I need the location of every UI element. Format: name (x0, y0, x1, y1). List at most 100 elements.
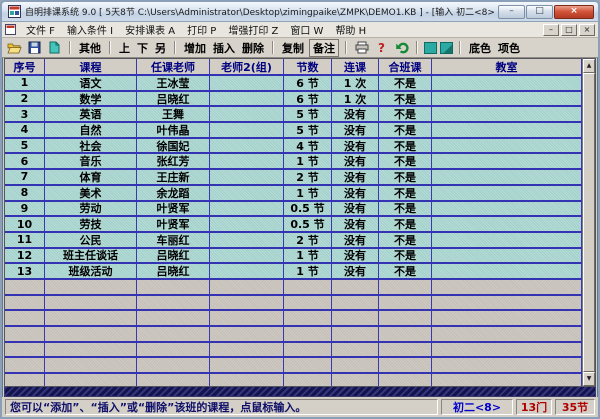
cell-consecutive[interactable]: 没有 (332, 186, 379, 200)
cell-teacher2[interactable] (210, 107, 284, 121)
cell-periods[interactable]: 6 节 (284, 76, 332, 90)
cell-consecutive[interactable]: 1 次 (332, 92, 379, 106)
table-row[interactable]: 6 音乐 张红芳 1 节 没有 不是 (5, 154, 582, 170)
cell-number[interactable]: 5 (5, 139, 45, 153)
cell-teacher2[interactable] (210, 123, 284, 137)
table-row[interactable]: 8 美术 余龙蹈 1 节 没有 不是 (5, 186, 582, 202)
cell-consecutive[interactable]: 没有 (332, 264, 379, 278)
cell-periods[interactable]: 5 节 (284, 107, 332, 121)
cell-teacher[interactable]: 叶贤军 (137, 202, 210, 216)
cell-room[interactable] (432, 202, 582, 216)
cell-consecutive[interactable]: 没有 (332, 170, 379, 184)
table-row[interactable]: 12 班主任谈话 吕晓红 1 节 没有 不是 (5, 249, 582, 265)
cell-number[interactable]: 9 (5, 202, 45, 216)
cell-number[interactable]: 4 (5, 123, 45, 137)
menu-item[interactable]: 打印 P (181, 22, 222, 37)
save-button[interactable] (26, 40, 43, 56)
cell-room[interactable] (432, 123, 582, 137)
cell-teacher[interactable]: 王舞 (137, 107, 210, 121)
cell-teacher2[interactable] (210, 186, 284, 200)
cell-combined[interactable]: 不是 (379, 249, 432, 263)
scroll-down-icon[interactable]: ▼ (583, 372, 595, 386)
move-up-button[interactable]: 上 (117, 40, 132, 56)
cell-periods[interactable]: 0.5 节 (284, 217, 332, 231)
cell-consecutive[interactable]: 没有 (332, 107, 379, 121)
move-down-button[interactable]: 下 (135, 40, 150, 56)
bg-color-button[interactable]: 底色 (467, 40, 493, 56)
empty-table-row[interactable] (5, 343, 582, 359)
add-row-button[interactable]: 增加 (182, 40, 208, 56)
cell-teacher[interactable]: 王冰莹 (137, 76, 210, 90)
maximize-button[interactable]: □ (526, 5, 553, 19)
cell-room[interactable] (432, 154, 582, 168)
item-color-swatch-icon[interactable] (440, 42, 453, 54)
cell-number[interactable]: 6 (5, 154, 45, 168)
cell-teacher[interactable]: 王庄新 (137, 170, 210, 184)
cell-course[interactable]: 劳动 (45, 202, 137, 216)
cell-teacher2[interactable] (210, 170, 284, 184)
cell-room[interactable] (432, 76, 582, 90)
cell-combined[interactable]: 不是 (379, 154, 432, 168)
cell-teacher[interactable]: 吕晓红 (137, 264, 210, 278)
mdi-close-button[interactable]: × (579, 24, 595, 36)
cell-teacher[interactable]: 车丽红 (137, 233, 210, 247)
cell-teacher2[interactable] (210, 264, 284, 278)
cell-number[interactable]: 12 (5, 249, 45, 263)
cell-number[interactable]: 2 (5, 92, 45, 106)
empty-table-row[interactable] (5, 296, 582, 312)
cell-consecutive[interactable]: 没有 (332, 123, 379, 137)
table-row[interactable]: 3 英语 王舞 5 节 没有 不是 (5, 107, 582, 123)
cell-periods[interactable]: 1 节 (284, 264, 332, 278)
cell-consecutive[interactable]: 1 次 (332, 76, 379, 90)
cell-course[interactable]: 数学 (45, 92, 137, 106)
menu-item[interactable]: 文件 F (20, 22, 61, 37)
cell-periods[interactable]: 0.5 节 (284, 202, 332, 216)
cell-teacher[interactable]: 吕晓红 (137, 249, 210, 263)
open-file-button[interactable] (6, 40, 23, 56)
cell-teacher2[interactable] (210, 233, 284, 247)
cell-teacher2[interactable] (210, 76, 284, 90)
table-row[interactable]: 2 数学 吕晓红 6 节 1 次 不是 (5, 92, 582, 108)
cell-periods[interactable]: 1 节 (284, 186, 332, 200)
cell-teacher2[interactable] (210, 217, 284, 231)
cell-room[interactable] (432, 92, 582, 106)
title-bar[interactable]: 自明排课系统 9.0 [ 5天8节 C:\Users\Administrator… (2, 2, 598, 22)
cell-course[interactable]: 公民 (45, 233, 137, 247)
minimize-button[interactable]: – (498, 5, 525, 19)
item-color-button[interactable]: 项色 (496, 40, 522, 56)
bg-color-swatch-icon[interactable] (424, 42, 437, 54)
new-file-button[interactable] (46, 40, 63, 56)
cell-room[interactable] (432, 107, 582, 121)
cell-consecutive[interactable]: 没有 (332, 233, 379, 247)
cell-combined[interactable]: 不是 (379, 217, 432, 231)
cell-room[interactable] (432, 264, 582, 278)
cell-periods[interactable]: 5 节 (284, 123, 332, 137)
cell-consecutive[interactable]: 没有 (332, 202, 379, 216)
empty-table-row[interactable] (5, 280, 582, 296)
note-button[interactable]: 备注 (309, 39, 339, 57)
cell-number[interactable]: 7 (5, 170, 45, 184)
cell-course[interactable]: 班主任谈话 (45, 249, 137, 263)
cell-periods[interactable]: 1 节 (284, 154, 332, 168)
scroll-up-icon[interactable]: ▲ (583, 59, 595, 73)
cell-periods[interactable]: 6 节 (284, 92, 332, 106)
cell-number[interactable]: 8 (5, 186, 45, 200)
cell-combined[interactable]: 不是 (379, 139, 432, 153)
empty-table-row[interactable] (5, 327, 582, 343)
cell-course[interactable]: 体育 (45, 170, 137, 184)
cell-periods[interactable]: 2 节 (284, 170, 332, 184)
cell-teacher2[interactable] (210, 249, 284, 263)
cell-course[interactable]: 劳技 (45, 217, 137, 231)
cell-teacher[interactable]: 吕晓红 (137, 92, 210, 106)
cell-combined[interactable]: 不是 (379, 170, 432, 184)
table-row[interactable]: 13 班级活动 吕晓红 1 节 没有 不是 (5, 264, 582, 280)
cell-number[interactable]: 10 (5, 217, 45, 231)
cell-combined[interactable]: 不是 (379, 92, 432, 106)
table-row[interactable]: 7 体育 王庄新 2 节 没有 不是 (5, 170, 582, 186)
cell-teacher2[interactable] (210, 92, 284, 106)
cell-teacher[interactable]: 叶伟晶 (137, 123, 210, 137)
cell-course[interactable]: 美术 (45, 186, 137, 200)
cell-number[interactable]: 11 (5, 233, 45, 247)
cell-combined[interactable]: 不是 (379, 186, 432, 200)
empty-table-row[interactable] (5, 358, 582, 374)
